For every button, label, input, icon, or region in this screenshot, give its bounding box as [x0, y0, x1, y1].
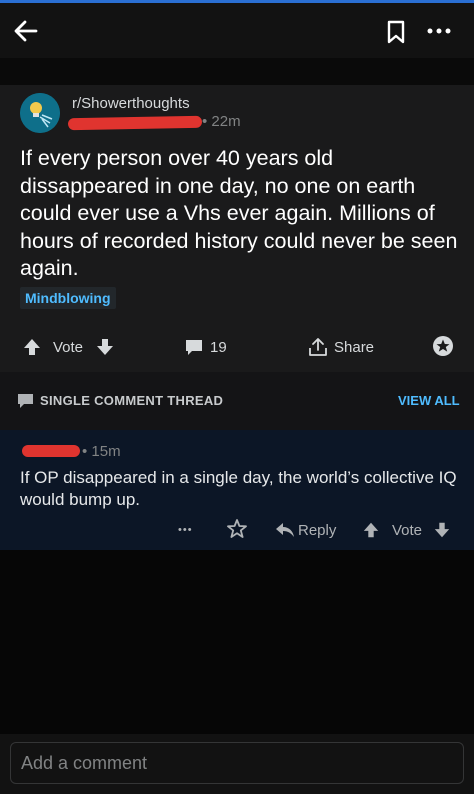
- post-time: • 22m: [202, 113, 241, 130]
- spacer: [0, 58, 474, 85]
- comment-downvote-icon[interactable]: [433, 521, 451, 539]
- post-flair[interactable]: Mindblowing: [20, 287, 116, 309]
- post-title: If every person over 40 years old dissap…: [20, 146, 458, 280]
- share-icon: [309, 338, 327, 356]
- subreddit-avatar-icon[interactable]: [20, 93, 60, 133]
- comment-body: If OP disappeared in a single day, the w…: [20, 468, 457, 509]
- more-icon[interactable]: [425, 21, 453, 41]
- comment-time: • 15m: [82, 443, 121, 460]
- bookmark-icon[interactable]: [384, 19, 408, 45]
- share-label: Share: [334, 338, 375, 356]
- subreddit-name[interactable]: r/Showerthoughts: [72, 95, 190, 112]
- reply-button[interactable]: Reply: [275, 519, 336, 541]
- thread-label: SINGLE COMMENT THREAD: [40, 393, 224, 408]
- empty-area: [0, 550, 474, 734]
- downvote-icon[interactable]: [95, 337, 115, 357]
- single-comment-thread-bar: SINGLE COMMENT THREAD VIEW ALL: [0, 372, 474, 430]
- add-comment-input[interactable]: Add a comment: [10, 742, 464, 784]
- vote-label: Vote: [53, 338, 84, 356]
- comment-award-icon[interactable]: [227, 519, 247, 539]
- share-button[interactable]: Share: [307, 335, 374, 359]
- comments-button[interactable]: 19: [184, 335, 227, 359]
- reply-icon: [276, 523, 294, 537]
- comment-count: 19: [210, 338, 227, 356]
- reply-label: Reply: [298, 521, 337, 539]
- comment: • 15m If OP disappeared in a single day,…: [0, 430, 474, 550]
- view-all-button[interactable]: VIEW ALL: [398, 393, 460, 408]
- comment-composer-bar: Add a comment: [0, 734, 474, 794]
- author-redacted: [67, 115, 203, 131]
- vote-group: Vote: [22, 335, 115, 359]
- upvote-icon[interactable]: [22, 337, 42, 357]
- back-arrow-icon[interactable]: [12, 17, 40, 45]
- post-card: r/Showerthoughts • 22m If every person o…: [0, 85, 474, 372]
- chat-bubble-icon: [18, 394, 33, 408]
- top-app-bar: [0, 3, 474, 58]
- comment-vote-group: Vote: [362, 519, 451, 541]
- comment-author-redacted: [22, 445, 80, 457]
- comment-icon: [186, 340, 202, 355]
- comment-upvote-icon[interactable]: [362, 521, 380, 539]
- comment-vote-label: Vote: [392, 521, 423, 539]
- award-icon[interactable]: [432, 335, 454, 357]
- comment-more-button[interactable]: •••: [178, 519, 193, 541]
